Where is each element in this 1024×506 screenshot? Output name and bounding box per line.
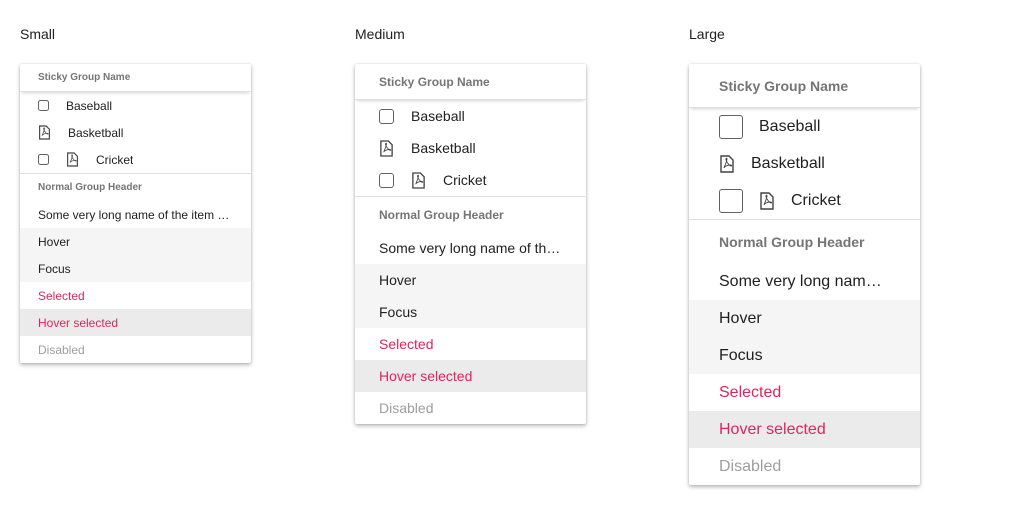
pdf-file-icon bbox=[67, 152, 78, 167]
menu-item-baseball[interactable]: Baseball bbox=[20, 92, 251, 119]
menu-item-selected[interactable]: Selected bbox=[20, 282, 251, 309]
large-title: Large bbox=[689, 26, 725, 42]
pdf-file-icon bbox=[760, 191, 774, 210]
checkbox-icon[interactable] bbox=[38, 154, 49, 165]
menu-item-focus[interactable]: Focus bbox=[20, 255, 251, 282]
menu-item-hover[interactable]: Hover bbox=[689, 300, 920, 337]
checkbox-icon[interactable] bbox=[379, 172, 394, 188]
menu-item-long[interactable]: Some very long name of the item g... bbox=[20, 201, 251, 228]
sticky-group-header: Sticky Group Name bbox=[355, 64, 586, 100]
pdf-file-icon bbox=[380, 139, 393, 157]
menu-item-hover-selected[interactable]: Hover selected bbox=[20, 309, 251, 336]
menu-item-focus[interactable]: Focus bbox=[355, 296, 586, 328]
menu-small: Sticky Group Name Baseball Basketball Cr… bbox=[20, 64, 251, 363]
menu-item-basketball[interactable]: Basketball bbox=[20, 119, 251, 146]
menu-item-disabled: Disabled bbox=[379, 400, 434, 416]
pdf-file-icon bbox=[720, 154, 734, 173]
menu-item-cricket[interactable]: Cricket bbox=[355, 164, 586, 196]
menu-item-selected[interactable]: Selected bbox=[689, 374, 920, 411]
menu-item-hover[interactable]: Hover bbox=[20, 228, 251, 255]
menu-item-hover-selected[interactable]: Hover selected bbox=[355, 360, 586, 392]
menu-item-hover-selected[interactable]: Hover selected bbox=[689, 411, 920, 448]
menu-item-hover[interactable]: Hover bbox=[355, 264, 586, 296]
menu-large: Sticky Group Name Baseball Basketball Cr… bbox=[689, 64, 920, 485]
small-title: Small bbox=[20, 26, 56, 42]
normal-group-header: Normal Group Header bbox=[355, 196, 586, 232]
menu-item-focus[interactable]: Focus bbox=[689, 337, 920, 374]
sticky-group-header: Sticky Group Name bbox=[20, 64, 251, 92]
checkbox-icon[interactable] bbox=[719, 188, 743, 213]
menu-item-cricket[interactable]: Cricket bbox=[689, 182, 920, 219]
normal-group-header: Normal Group Header bbox=[689, 219, 920, 263]
menu-medium: Sticky Group Name Baseball Basketball Cr… bbox=[355, 64, 586, 424]
menu-item-baseball[interactable]: Baseball bbox=[689, 108, 920, 145]
medium-title: Medium bbox=[355, 26, 405, 42]
checkbox-icon[interactable] bbox=[38, 100, 49, 111]
menu-item-disabled: Disabled bbox=[719, 457, 782, 475]
menu-item-basketball[interactable]: Basketball bbox=[355, 132, 586, 164]
sticky-group-header: Sticky Group Name bbox=[689, 64, 920, 108]
checkbox-icon[interactable] bbox=[379, 108, 394, 124]
pdf-file-icon bbox=[39, 125, 50, 140]
menu-item-baseball[interactable]: Baseball bbox=[355, 100, 586, 132]
normal-group-header: Normal Group Header bbox=[20, 173, 251, 201]
menu-item-long[interactable]: Some very long name of the... bbox=[355, 232, 586, 264]
checkbox-icon[interactable] bbox=[719, 114, 743, 139]
menu-item-cricket[interactable]: Cricket bbox=[20, 146, 251, 173]
menu-item-basketball[interactable]: Basketball bbox=[689, 145, 920, 182]
pdf-file-icon bbox=[412, 171, 425, 189]
menu-item-selected[interactable]: Selected bbox=[355, 328, 586, 360]
menu-item-long[interactable]: Some very long name ... bbox=[689, 263, 920, 300]
menu-item-disabled: Disabled bbox=[38, 342, 85, 357]
